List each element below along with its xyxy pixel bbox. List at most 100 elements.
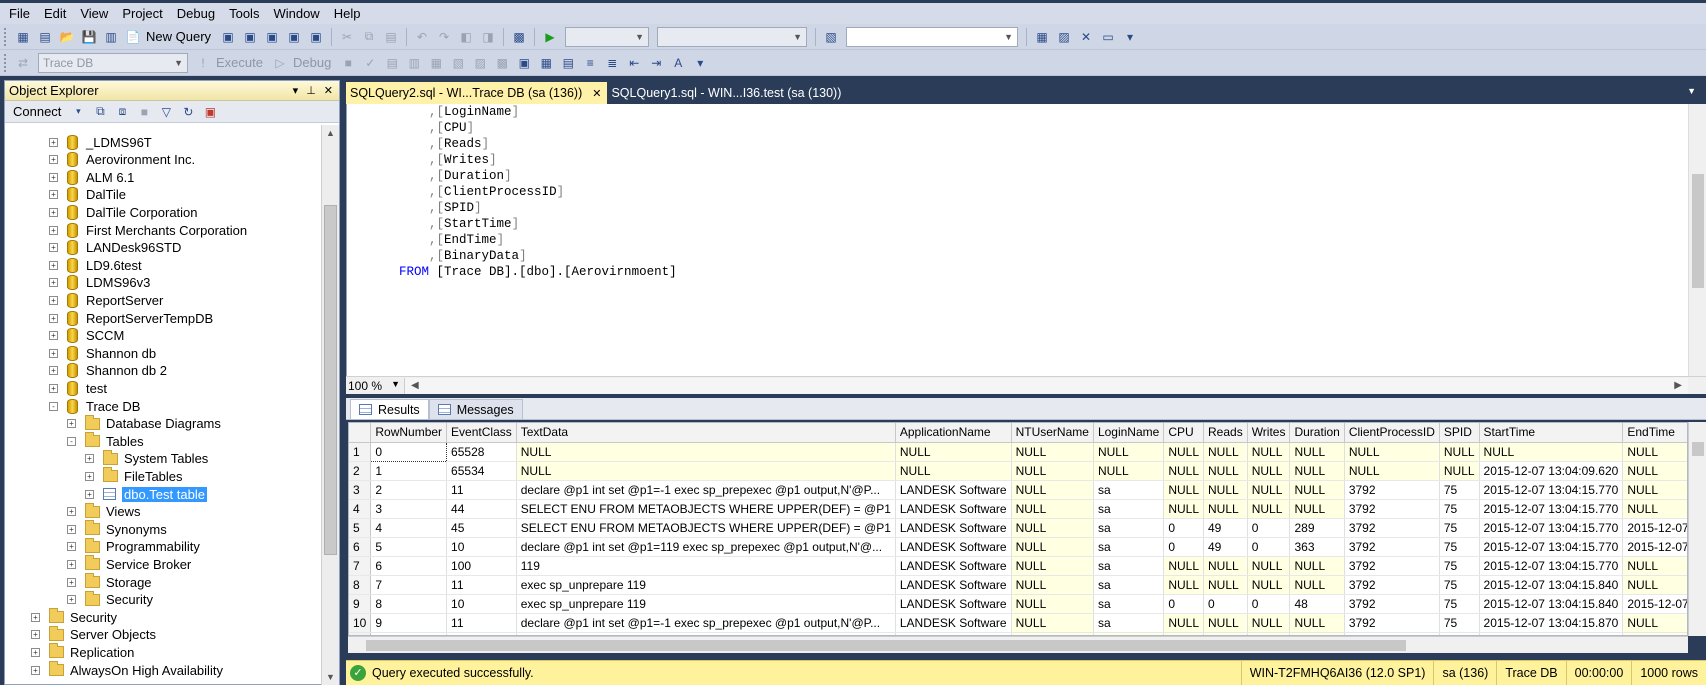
debug-icon[interactable]: ▷	[271, 54, 289, 72]
table-cell[interactable]: NULL	[1289, 613, 1345, 633]
results-text-icon[interactable]: ▣	[515, 54, 533, 72]
table-cell[interactable]: NULL	[1011, 518, 1094, 538]
decrease-indent-icon[interactable]: ⇤	[625, 54, 643, 72]
connect-dropdown-icon[interactable]: ▾	[69, 103, 87, 121]
column-header[interactable]: SPID	[1439, 423, 1480, 443]
table-cell[interactable]: 0	[1163, 594, 1204, 614]
column-header[interactable]: EndTime	[1622, 423, 1687, 443]
object-explorer-scrollbar[interactable]: ▲ ▼	[321, 125, 339, 685]
table-cell[interactable]: NULL	[1203, 442, 1248, 462]
tree-node[interactable]: + dbo.Test table	[85, 485, 207, 503]
table-cell[interactable]: NULL	[1203, 499, 1248, 519]
table-cell[interactable]: 0	[1247, 537, 1291, 557]
expand-icon[interactable]: +	[49, 172, 58, 182]
table-row[interactable]: 10 9 11 declare @p1 int set @p1=-1 exec sp_…	[349, 613, 1687, 633]
table-cell[interactable]: 3792	[1344, 480, 1440, 500]
table-cell[interactable]: NULL	[1163, 480, 1204, 500]
table-cell[interactable]: 3792	[1344, 556, 1440, 576]
table-cell[interactable]: 7	[370, 575, 448, 595]
table-cell[interactable]: NULL	[1011, 594, 1094, 614]
tab-sqlquery1[interactable]: SQLQuery1.sql - WIN...I36.test (sa (130)…	[607, 82, 847, 104]
row-header-corner[interactable]	[349, 423, 372, 443]
start-icon[interactable]: ▶	[541, 28, 559, 46]
expand-icon[interactable]: +	[49, 366, 58, 376]
table-cell[interactable]: sa	[1093, 594, 1165, 614]
column-header[interactable]: Reads	[1203, 423, 1248, 443]
table-cell[interactable]: NULL	[1163, 556, 1204, 576]
table-cell[interactable]: NULL	[1163, 499, 1204, 519]
tree-node[interactable]: - Tables	[67, 432, 144, 450]
table-cell[interactable]: 2015-12-07 13	[1622, 594, 1687, 614]
tree-node[interactable]: + ReportServerTempDB	[49, 309, 213, 327]
table-cell[interactable]: 289	[1289, 518, 1345, 538]
db-query-icon[interactable]: ▣	[219, 28, 237, 46]
table-cell[interactable]: 0	[1163, 537, 1204, 557]
table-cell[interactable]: NULL	[1247, 480, 1291, 500]
table-cell[interactable]: NULL	[1247, 442, 1291, 462]
tree-node[interactable]: - Trace DB	[49, 397, 140, 415]
table-cell[interactable]: 48	[1289, 594, 1345, 614]
expand-icon[interactable]: +	[85, 454, 94, 464]
table-cell[interactable]: declare @p1 int set @p1=-1 exec sp_prepe…	[516, 480, 896, 500]
table-cell[interactable]: 75	[1439, 480, 1480, 500]
table-cell[interactable]: 3792	[1344, 613, 1440, 633]
panel-menu-icon[interactable]: ▾	[293, 84, 299, 97]
menu-tools[interactable]: Tools	[222, 4, 266, 24]
expand-icon[interactable]: +	[49, 260, 58, 270]
table-cell[interactable]: NULL	[1203, 575, 1248, 595]
tree-node[interactable]: + FileTables	[85, 467, 183, 485]
column-header[interactable]: ClientProcessID	[1344, 423, 1440, 443]
row-number-cell[interactable]: 5	[349, 518, 372, 538]
close-tab-icon[interactable]: ✕	[592, 87, 601, 100]
table-cell[interactable]: LANDESK Software	[895, 480, 1012, 500]
table-cell[interactable]: 363	[1289, 537, 1345, 557]
scroll-right-icon[interactable]: ▶	[1674, 380, 1682, 391]
execute-button[interactable]: Execute	[216, 55, 263, 70]
tab-list-dropdown-icon[interactable]: ▼	[1687, 86, 1696, 96]
table-row[interactable]: 5 4 45 SELECT ENU FROM METAOBJECTS WHERE UP…	[349, 518, 1687, 538]
tab-sqlquery2[interactable]: SQLQuery2.sql - WI...Trace DB (sa (136))…	[346, 82, 608, 104]
expand-icon[interactable]: +	[49, 225, 58, 235]
tree-node[interactable]: + Synonyms	[67, 520, 167, 538]
tree-node[interactable]: + LDMS96v3	[49, 274, 150, 292]
table-cell[interactable]: 75	[1439, 556, 1480, 576]
table-cell[interactable]: 1	[370, 461, 448, 481]
toolbar-options-icon[interactable]: ▾	[1121, 28, 1139, 46]
find-combo[interactable]: ▼	[846, 26, 1019, 47]
table-cell[interactable]: SELECT ENU FROM METAOBJECTS WHERE UPPER(…	[516, 518, 896, 538]
xmla-query-icon[interactable]: ▣	[307, 28, 325, 46]
table-cell[interactable]: 3792	[1344, 518, 1440, 538]
row-number-cell[interactable]: 9	[349, 594, 372, 614]
table-cell[interactable]: NULL	[1163, 575, 1204, 595]
table-cell[interactable]: 3792	[1344, 594, 1440, 614]
table-cell[interactable]: sa	[1093, 499, 1165, 519]
table-cell[interactable]: 0	[1247, 594, 1291, 614]
table-cell[interactable]: 0	[370, 441, 448, 462]
table-cell[interactable]: NULL	[1247, 613, 1291, 633]
table-cell[interactable]: NULL	[1289, 461, 1345, 481]
refresh-icon[interactable]: ↻	[179, 103, 197, 121]
table-cell[interactable]: LANDESK Software	[895, 556, 1012, 576]
cancel-query-icon[interactable]: ■	[339, 54, 357, 72]
table-cell[interactable]: 3	[370, 499, 448, 519]
table-cell[interactable]: 4	[370, 518, 448, 538]
specify-values-icon[interactable]: A	[669, 54, 687, 72]
column-header[interactable]: EventClass	[446, 423, 517, 443]
table-cell[interactable]: NULL	[516, 461, 896, 481]
tree-node[interactable]: + Security	[67, 590, 153, 609]
new-query-icon[interactable]: 📄	[124, 28, 142, 46]
table-cell[interactable]: NULL	[895, 461, 1012, 481]
new-query-button[interactable]: New Query	[146, 29, 211, 44]
menu-window[interactable]: Window	[266, 4, 326, 24]
table-cell[interactable]: NULL	[516, 442, 896, 462]
table-cell[interactable]: NULL	[1622, 480, 1687, 500]
open-file-icon[interactable]: 📂	[58, 28, 76, 46]
table-cell[interactable]: 3792	[1344, 575, 1440, 595]
tree-node[interactable]: + Database Diagrams	[67, 414, 221, 433]
table-cell[interactable]: 2	[370, 480, 448, 500]
table-cell[interactable]: exec sp_unprepare 119	[516, 575, 896, 595]
execute-icon[interactable]: !	[194, 54, 212, 72]
tree-node[interactable]: + SCCM	[49, 327, 124, 345]
table-cell[interactable]: NULL	[1011, 461, 1094, 481]
registered-servers-icon[interactable]: ▦	[1033, 28, 1051, 46]
